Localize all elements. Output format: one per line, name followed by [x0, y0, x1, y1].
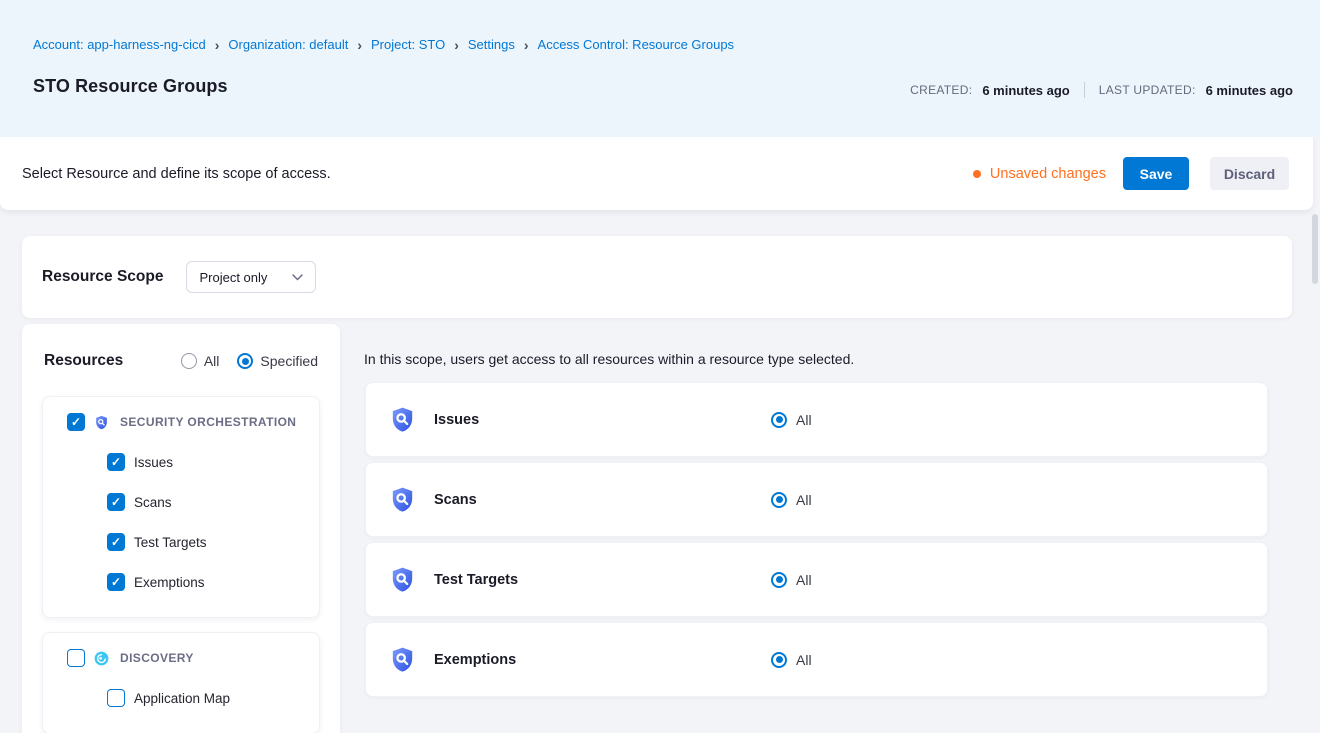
scans-checkbox[interactable]: [107, 493, 125, 511]
page-header: Account: app-harness-ng-cicd › Organizat…: [0, 0, 1320, 137]
access-label: All: [796, 652, 812, 668]
resource-group-security-orchestration: SECURITY ORCHESTRATION Issues Scans Test…: [42, 396, 320, 618]
scope-description: In this scope, users get access to all r…: [364, 351, 854, 367]
item-label: Scans: [134, 495, 172, 510]
item-label: Issues: [134, 455, 173, 470]
row-label: Issues: [434, 412, 479, 428]
header-meta: CREATED: 6 minutes ago LAST UPDATED: 6 m…: [910, 82, 1293, 98]
resource-group-discovery: DISCOVERY Application Map: [42, 632, 320, 733]
security-orchestration-checkbox[interactable]: [67, 413, 85, 431]
resource-row-scans: Scans All: [365, 462, 1268, 537]
chevron-right-icon: ›: [357, 37, 362, 52]
toolbar-actions: Unsaved changes Save Discard: [973, 157, 1313, 190]
radio-specified[interactable]: Specified: [237, 353, 318, 369]
breadcrumb: Account: app-harness-ng-cicd › Organizat…: [33, 37, 734, 52]
group-label: SECURITY ORCHESTRATION: [120, 415, 296, 429]
resource-scope-heading: Resource Scope: [42, 268, 163, 286]
resources-filter-radio-group: All Specified: [181, 353, 318, 369]
breadcrumb-project[interactable]: Project: STO: [371, 37, 445, 52]
shield-search-icon: [389, 646, 416, 673]
radio-all-icon[interactable]: [181, 353, 197, 369]
row-label: Scans: [434, 492, 477, 508]
application-map-checkbox[interactable]: [107, 689, 125, 707]
item-label: Application Map: [134, 691, 230, 706]
access-all-radio[interactable]: All: [771, 652, 812, 668]
vertical-scrollbar-thumb[interactable]: [1312, 214, 1318, 284]
resources-panel: Resources All Specified SECURITY ORCHEST…: [22, 324, 340, 733]
shield-search-icon: [389, 486, 416, 513]
created-value: 6 minutes ago: [982, 83, 1069, 98]
chevron-right-icon: ›: [215, 37, 220, 52]
page-title: STO Resource Groups: [33, 76, 228, 97]
access-all-radio[interactable]: All: [771, 412, 812, 428]
access-all-radio[interactable]: All: [771, 572, 812, 588]
save-button[interactable]: Save: [1123, 157, 1189, 190]
row-label: Test Targets: [434, 572, 518, 588]
chevron-right-icon: ›: [454, 37, 459, 52]
chevron-down-icon: [292, 274, 303, 281]
radio-selected-icon[interactable]: [771, 412, 787, 428]
resource-row-issues: Issues All: [365, 382, 1268, 457]
access-all-radio[interactable]: All: [771, 492, 812, 508]
resource-scope-dropdown[interactable]: Project only: [186, 261, 316, 293]
toolbar-description: Select Resource and define its scope of …: [22, 166, 331, 182]
resource-scope-card: Resource Scope Project only: [22, 236, 1292, 318]
resources-heading: Resources: [44, 352, 123, 370]
group-item-scans: Scans: [43, 493, 319, 511]
row-label: Exemptions: [434, 652, 516, 668]
group-header: DISCOVERY: [43, 649, 319, 667]
shield-search-icon: [94, 415, 109, 430]
shield-search-icon: [389, 406, 416, 433]
test-targets-checkbox[interactable]: [107, 533, 125, 551]
group-header: SECURITY ORCHESTRATION: [43, 413, 319, 431]
group-label: DISCOVERY: [120, 651, 194, 665]
exemptions-checkbox[interactable]: [107, 573, 125, 591]
unsaved-changes-text: Unsaved changes: [990, 166, 1106, 182]
discovery-checkbox[interactable]: [67, 649, 85, 667]
resource-row-test-targets: Test Targets All: [365, 542, 1268, 617]
group-item-application-map: Application Map: [43, 689, 319, 707]
access-label: All: [796, 412, 812, 428]
radar-icon: [94, 651, 109, 666]
resource-row-exemptions: Exemptions All: [365, 622, 1268, 697]
group-item-issues: Issues: [43, 453, 319, 471]
discard-button[interactable]: Discard: [1210, 157, 1289, 190]
radio-all-label: All: [204, 353, 220, 369]
radio-specified-label: Specified: [260, 353, 318, 369]
group-item-exemptions: Exemptions: [43, 573, 319, 591]
created-label: CREATED:: [910, 83, 972, 97]
meta-divider: [1084, 82, 1085, 98]
unsaved-changes-dot-icon: [973, 170, 981, 178]
breadcrumb-account[interactable]: Account: app-harness-ng-cicd: [33, 37, 206, 52]
radio-selected-icon[interactable]: [771, 572, 787, 588]
last-updated-value: 6 minutes ago: [1206, 83, 1293, 98]
radio-specified-icon[interactable]: [237, 353, 253, 369]
item-label: Exemptions: [134, 575, 205, 590]
radio-selected-icon[interactable]: [771, 652, 787, 668]
issues-checkbox[interactable]: [107, 453, 125, 471]
breadcrumb-organization[interactable]: Organization: default: [228, 37, 348, 52]
chevron-right-icon: ›: [524, 37, 529, 52]
breadcrumb-settings[interactable]: Settings: [468, 37, 515, 52]
radio-all[interactable]: All: [181, 353, 220, 369]
radio-selected-icon[interactable]: [771, 492, 787, 508]
access-label: All: [796, 572, 812, 588]
breadcrumb-access-control[interactable]: Access Control: Resource Groups: [538, 37, 735, 52]
item-label: Test Targets: [134, 535, 207, 550]
last-updated-label: LAST UPDATED:: [1099, 83, 1196, 97]
access-label: All: [796, 492, 812, 508]
resources-header: Resources All Specified: [42, 352, 320, 370]
group-item-test-targets: Test Targets: [43, 533, 319, 551]
toolbar: Select Resource and define its scope of …: [0, 137, 1313, 210]
shield-search-icon: [389, 566, 416, 593]
resource-scope-dropdown-value: Project only: [199, 270, 267, 285]
